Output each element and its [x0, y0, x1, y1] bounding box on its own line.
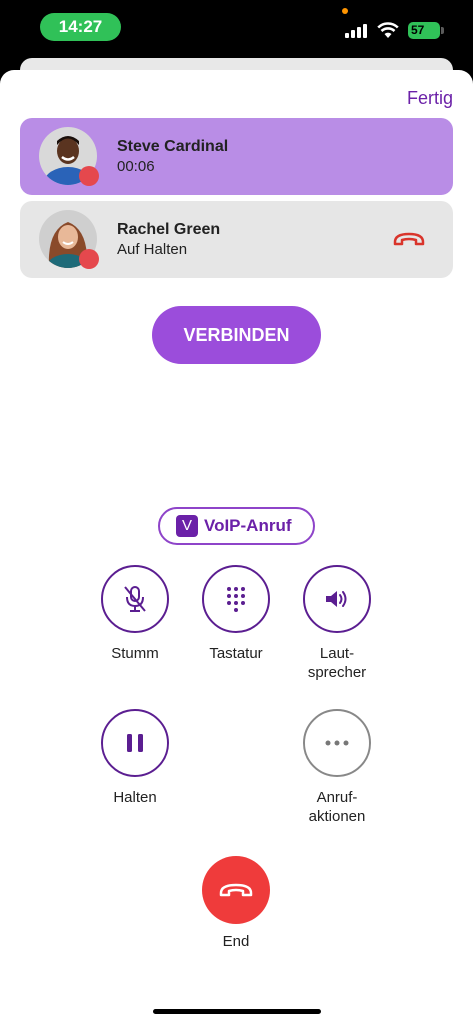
status-time: 14:27	[40, 13, 121, 41]
battery-icon: 57	[408, 22, 440, 39]
call-duration: 00:06	[117, 158, 155, 175]
more-icon	[325, 740, 349, 746]
keypad-icon	[227, 587, 245, 612]
end-call-button[interactable]	[202, 856, 270, 924]
voip-badge: V VoIP-Anruf	[158, 507, 315, 545]
call-actions-button[interactable]	[303, 709, 371, 777]
connect-button[interactable]: VERBINDEN	[152, 306, 321, 364]
wifi-icon	[377, 22, 399, 38]
pause-icon	[127, 734, 143, 752]
call-actions-label-line2: aktionen	[308, 808, 366, 825]
privacy-indicator-dot	[342, 8, 348, 14]
call-card-active[interactable]: Steve Cardinal 00:06	[20, 118, 453, 195]
voip-label: VoIP-Anruf	[204, 516, 292, 535]
status-bar: 14:27 57	[0, 0, 473, 56]
caller-name: Steve Cardinal	[117, 138, 229, 155]
cellular-signal-icon	[345, 24, 369, 38]
battery-level: 57	[411, 23, 425, 37]
hold-button[interactable]	[101, 709, 169, 777]
call-card-held[interactable]: Rachel Green Auf Halten	[20, 201, 453, 278]
call-actions-label-line1: Anruf-	[316, 789, 358, 806]
caller-name: Rachel Green	[117, 221, 221, 238]
call-status: Auf Halten	[117, 241, 188, 258]
hangup-icon	[219, 883, 253, 897]
hold-label: Halten	[113, 789, 157, 806]
speaker-button[interactable]	[303, 565, 371, 633]
call-actions-label: Anruf- aktionen	[277, 788, 397, 826]
end-label: End	[222, 933, 250, 950]
speaker-icon	[326, 591, 347, 607]
status-dot	[79, 166, 99, 186]
battery-tip	[441, 27, 444, 34]
home-indicator[interactable]	[153, 1009, 321, 1014]
speaker-label: Laut- sprecher	[277, 644, 397, 682]
hangup-icon[interactable]	[393, 231, 425, 247]
speaker-label-line1: Laut-	[319, 645, 355, 662]
mute-button[interactable]	[101, 565, 169, 633]
keypad-button[interactable]	[202, 565, 270, 633]
speaker-label-line2: sprecher	[307, 664, 367, 681]
voip-logo-icon: V	[176, 515, 198, 537]
microphone-off-icon	[124, 586, 146, 612]
status-dot	[79, 249, 99, 269]
done-button[interactable]: Fertig	[407, 88, 453, 109]
